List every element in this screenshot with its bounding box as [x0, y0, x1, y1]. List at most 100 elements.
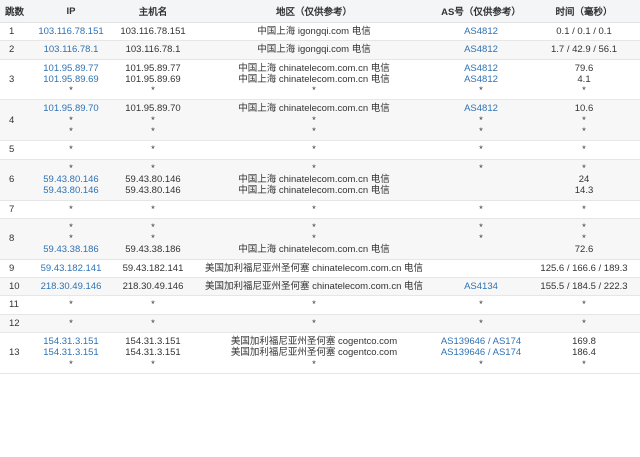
time-value: *	[582, 162, 586, 174]
as-number: *	[479, 221, 483, 233]
as-number-link[interactable]: AS174	[493, 347, 522, 358]
time-value: 1.7 / 42.9 / 56.1	[550, 44, 618, 56]
ip-cell: 154.31.3.151 154.31.3.151 *	[30, 332, 112, 374]
time-value: 72.6	[574, 244, 594, 256]
as-line: *	[434, 85, 528, 96]
region-cell: 中国上海 igongqi.com 电信	[194, 22, 434, 42]
ip-link[interactable]: 59.43.80.146	[30, 174, 112, 185]
as-cell: AS4812	[434, 40, 528, 60]
region-value: 中国上海 chinatelecom.com.cn 电信	[238, 185, 390, 197]
as-number-link[interactable]: AS4812	[464, 74, 498, 85]
table-header-row: 跳数 IP 主机名 地区（仅供参考） AS号（仅供参考） 时间（毫秒）	[0, 0, 640, 23]
hop-number: 2	[0, 40, 30, 60]
as-number-link[interactable]: AS4812	[464, 44, 498, 55]
hop-number: 8	[0, 218, 30, 260]
column-header-host: 主机名	[112, 0, 194, 23]
host-value: 101.95.89.77	[125, 62, 181, 74]
time-value: 4.1	[577, 73, 591, 85]
region-value: *	[312, 221, 316, 233]
as-number-link[interactable]: AS4812	[464, 103, 498, 114]
ip-value: *	[69, 144, 73, 156]
time-cell: 10.6 * *	[528, 99, 640, 142]
table-row: 2 103.116.78.1 103.116.78.1 中国上海 igongqi.co…	[0, 40, 640, 60]
host-value: *	[151, 162, 155, 174]
as-number: *	[479, 233, 483, 245]
ip-value: *	[69, 317, 73, 329]
time-cell: 155.5 / 184.5 / 222.3	[528, 277, 640, 297]
host-value: 154.31.3.151	[125, 347, 181, 359]
ip-link[interactable]: 154.31.3.151	[30, 347, 112, 358]
host-value: *	[151, 114, 155, 126]
region-value: *	[312, 144, 316, 156]
as-number: *	[479, 299, 483, 311]
region-value: *	[312, 85, 316, 97]
ip-value: *	[69, 114, 73, 126]
region-value: *	[312, 233, 316, 245]
host-value: *	[151, 144, 155, 156]
table-row: 13 154.31.3.151 154.31.3.151 * 154.31.3.151 1…	[0, 332, 640, 374]
as-line: AS4812	[434, 74, 528, 85]
ip-cell: *	[30, 140, 112, 160]
host-value: *	[151, 317, 155, 329]
ip-cell: 103.116.78.151	[30, 22, 112, 42]
ip-link[interactable]: 154.31.3.151	[30, 336, 112, 347]
ip-link[interactable]: 101.95.89.69	[30, 74, 112, 85]
region-value: 中国上海 chinatelecom.com.cn 电信	[238, 173, 390, 185]
ip-link[interactable]: 103.116.78.1	[30, 44, 112, 55]
as-number-link[interactable]: AS4134	[464, 281, 498, 292]
as-line: *	[434, 115, 528, 126]
as-number: *	[479, 162, 483, 174]
as-line: *	[434, 163, 528, 174]
as-number-link[interactable]: AS4812	[464, 26, 498, 37]
time-cell: * * 72.6	[528, 218, 640, 260]
region-cell: 中国上海 chinatelecom.com.cn 电信 * *	[194, 99, 434, 142]
ip-link[interactable]: 103.116.78.151	[30, 26, 112, 37]
as-number: *	[479, 85, 483, 97]
time-value: *	[582, 317, 586, 329]
host-value: 59.43.38.186	[125, 244, 181, 256]
region-value: 中国上海 chinatelecom.com.cn 电信	[238, 244, 390, 256]
ip-value: *	[69, 203, 73, 215]
time-cell: *	[528, 140, 640, 160]
hop-number: 10	[0, 277, 30, 297]
as-number-link[interactable]: AS174	[493, 336, 522, 347]
region-value: 中国上海 chinatelecom.com.cn 电信	[238, 62, 390, 74]
column-header-ip: IP	[30, 0, 112, 23]
as-cell: AS139646 / AS174 AS139646 / AS174 *	[434, 332, 528, 374]
ip-link[interactable]: 101.95.89.77	[30, 63, 112, 74]
as-number-link[interactable]: AS4812	[464, 63, 498, 74]
ip-value: *	[69, 126, 73, 138]
hop-number: 6	[0, 159, 30, 201]
table-row: 12 * * * * *	[0, 314, 640, 333]
ip-link[interactable]: 59.43.80.146	[30, 185, 112, 196]
ip-link[interactable]: 218.30.49.146	[30, 281, 112, 292]
region-value: 美国加利福尼亚州圣何塞 chinatelecom.com.cn 电信	[204, 281, 423, 293]
host-value: *	[151, 221, 155, 233]
as-number-link[interactable]: AS139646	[441, 347, 485, 358]
ip-link[interactable]: 59.43.182.141	[30, 263, 112, 274]
as-cell: AS4812 AS4812 *	[434, 59, 528, 101]
host-cell: *	[112, 200, 194, 219]
as-line	[434, 174, 528, 185]
as-number: *	[479, 114, 483, 126]
as-line	[434, 244, 528, 255]
traceroute-table: 跳数 IP 主机名 地区（仅供参考） AS号（仅供参考） 时间（毫秒） 1 103…	[0, 0, 640, 374]
time-value: *	[582, 233, 586, 245]
region-value: *	[312, 299, 316, 311]
time-value: *	[582, 221, 586, 233]
as-number-link[interactable]: AS139646	[441, 336, 485, 347]
region-value: *	[312, 317, 316, 329]
region-value: *	[312, 358, 316, 370]
host-cell: 101.95.89.70 * *	[112, 99, 194, 142]
ip-link[interactable]: 59.43.38.186	[30, 244, 112, 255]
ip-link[interactable]: 101.95.89.70	[30, 103, 112, 114]
as-line: *	[434, 299, 528, 310]
as-number: *	[479, 144, 483, 156]
host-value: *	[151, 126, 155, 138]
as-cell: *	[434, 200, 528, 219]
time-value: *	[582, 144, 586, 156]
ip-cell: *	[30, 314, 112, 333]
region-cell: *	[194, 314, 434, 333]
host-cell: *	[112, 140, 194, 160]
time-value: 10.6	[574, 103, 594, 115]
